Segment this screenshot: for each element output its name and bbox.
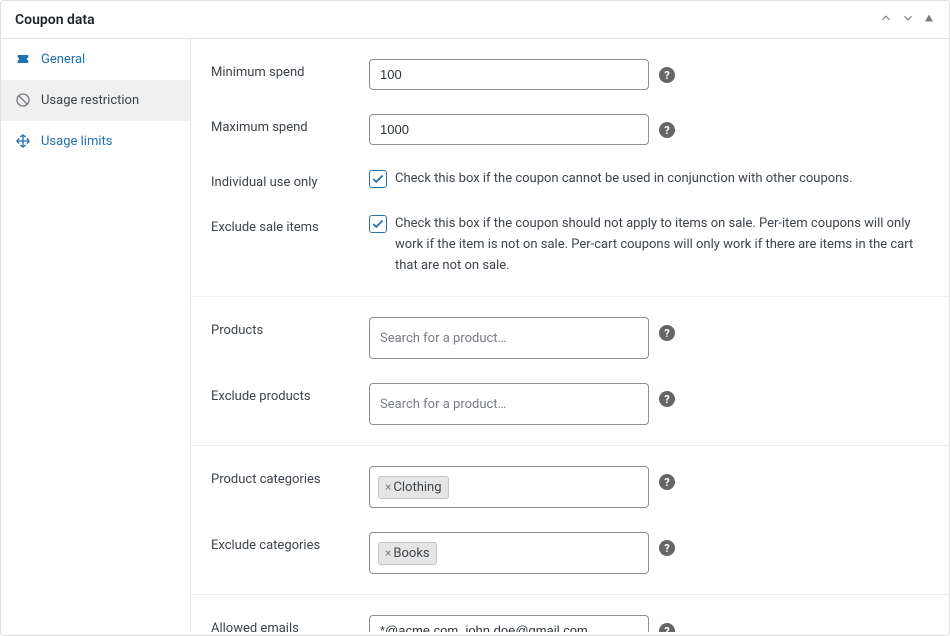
field-control: Check this box if the coupon should not … [369, 214, 929, 276]
exclude-sale-checkbox[interactable] [369, 215, 387, 233]
category-tag: × Books [378, 542, 437, 565]
move-down-icon[interactable] [901, 11, 915, 28]
panel-body: General Usage restriction Usage limits M… [1, 39, 949, 632]
products-row: Products Search for a product… ? [191, 305, 949, 371]
product-categories-label: Product categories [211, 466, 369, 487]
emails-group: Allowed emails ? [191, 595, 949, 632]
individual-use-label: Individual use only [211, 169, 369, 190]
product-categories-select[interactable]: × Clothing [369, 466, 649, 508]
help-icon[interactable]: ? [659, 325, 675, 341]
sidebar-item-general[interactable]: General [1, 39, 190, 80]
remove-tag-icon[interactable]: × [385, 546, 391, 560]
tag-label: Books [393, 546, 429, 561]
spend-group: Minimum spend ? Maximum spend ? Individu… [191, 39, 949, 297]
content-area: Minimum spend ? Maximum spend ? Individu… [191, 39, 949, 632]
checkbox-row: Check this box if the coupon cannot be u… [369, 169, 853, 190]
help-icon[interactable]: ? [659, 540, 675, 556]
categories-group: Product categories × Clothing ? Exclude … [191, 446, 949, 595]
help-icon[interactable]: ? [659, 474, 675, 490]
maximum-spend-row: Maximum spend ? [191, 102, 949, 157]
maximum-spend-input[interactable] [369, 114, 649, 145]
field-control: ? [369, 59, 929, 90]
products-label: Products [211, 317, 369, 338]
field-control: × Clothing ? [369, 466, 929, 508]
field-control: ? [369, 615, 929, 632]
exclude-categories-row: Exclude categories × Books ? [191, 520, 949, 586]
field-control: ? [369, 114, 929, 145]
exclude-sale-row: Exclude sale items Check this box if the… [191, 202, 949, 288]
help-icon[interactable]: ? [659, 391, 675, 407]
maximum-spend-label: Maximum spend [211, 114, 369, 135]
products-group: Products Search for a product… ? Exclude… [191, 297, 949, 446]
exclude-products-row: Exclude products Search for a product… ? [191, 371, 949, 437]
minimum-spend-input[interactable] [369, 59, 649, 90]
exclude-categories-select[interactable]: × Books [369, 532, 649, 574]
checkbox-row: Check this box if the coupon should not … [369, 214, 929, 276]
products-select[interactable]: Search for a product… [369, 317, 649, 359]
minimum-spend-label: Minimum spend [211, 59, 369, 80]
sidebar-item-label: General [41, 52, 85, 67]
panel-title: Coupon data [15, 12, 95, 28]
help-icon[interactable]: ? [659, 623, 675, 632]
sidebar: General Usage restriction Usage limits [1, 39, 191, 632]
sidebar-item-usage-limits[interactable]: Usage limits [1, 121, 190, 162]
field-control: Search for a product… ? [369, 383, 929, 425]
field-control: Check this box if the coupon cannot be u… [369, 169, 929, 190]
help-icon[interactable]: ? [659, 67, 675, 83]
block-icon [15, 92, 31, 108]
product-categories-row: Product categories × Clothing ? [191, 454, 949, 520]
exclude-products-label: Exclude products [211, 383, 369, 404]
ticket-icon [15, 51, 31, 67]
exclude-categories-label: Exclude categories [211, 532, 369, 553]
panel-header: Coupon data [1, 1, 949, 39]
individual-use-description: Check this box if the coupon cannot be u… [395, 169, 853, 190]
field-control: Search for a product… ? [369, 317, 929, 359]
exclude-products-select[interactable]: Search for a product… [369, 383, 649, 425]
allowed-emails-row: Allowed emails ? [191, 603, 949, 632]
collapse-toggle-icon[interactable] [923, 12, 935, 27]
exclude-sale-label: Exclude sale items [211, 214, 369, 235]
individual-use-row: Individual use only Check this box if th… [191, 157, 949, 202]
move-up-icon[interactable] [879, 11, 893, 28]
category-tag: × Clothing [378, 476, 449, 499]
sidebar-item-label: Usage restriction [41, 93, 139, 108]
tag-label: Clothing [393, 480, 441, 495]
sidebar-item-label: Usage limits [41, 134, 112, 149]
sidebar-item-usage-restriction[interactable]: Usage restriction [1, 80, 190, 121]
allowed-emails-label: Allowed emails [211, 615, 369, 632]
remove-tag-icon[interactable]: × [385, 480, 391, 494]
panel-actions [879, 11, 935, 28]
resize-icon [15, 133, 31, 149]
field-control: × Books ? [369, 532, 929, 574]
minimum-spend-row: Minimum spend ? [191, 47, 949, 102]
individual-use-checkbox[interactable] [369, 170, 387, 188]
coupon-data-panel: Coupon data General [0, 0, 950, 636]
exclude-sale-description: Check this box if the coupon should not … [395, 214, 929, 276]
help-icon[interactable]: ? [659, 122, 675, 138]
allowed-emails-input[interactable] [369, 615, 649, 632]
